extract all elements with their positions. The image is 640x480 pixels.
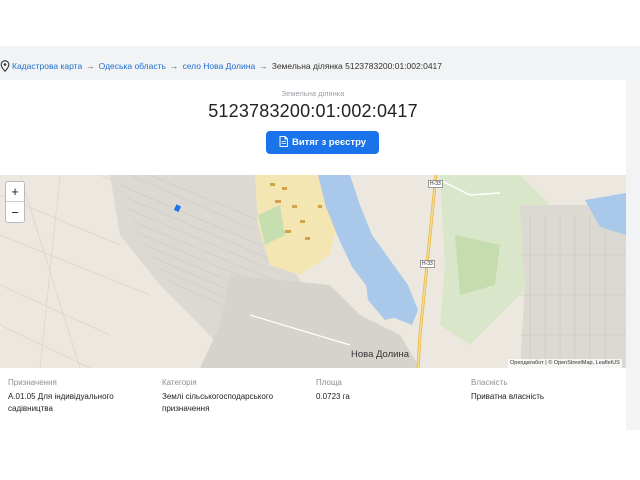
parcel-details: Призначення A.01.05 Для індивідуального … <box>0 368 626 430</box>
parcel-header-card: Земельна ділянка 5123783200:01:002:0417 … <box>0 80 626 175</box>
detail-category: Категорія Землі сільськогосподарського п… <box>162 378 302 415</box>
parcel-label: Земельна ділянка <box>281 89 345 98</box>
registry-extract-button[interactable]: Витяг з реєстру <box>266 131 379 154</box>
breadcrumb-separator: → <box>169 61 179 71</box>
map-tiles <box>0 175 626 368</box>
detail-ownership: Власність Приватна власність <box>471 378 621 403</box>
breadcrumb-link-region[interactable]: Одеська область <box>99 61 166 71</box>
zoom-in-button[interactable]: + <box>6 182 24 202</box>
road-label: Н-33 <box>428 180 443 188</box>
map-attribution[interactable]: Openдатабот | © OpenStreetMap, LeafletUS <box>508 359 622 368</box>
road-label: Н-33 <box>420 260 435 268</box>
page-title: 5123783200:01:002:0417 <box>208 101 418 121</box>
map-place-label: Нова Долина <box>351 349 410 360</box>
breadcrumb-current: Земельна ділянка 5123783200:01:002:0417 <box>271 61 443 71</box>
zoom-out-button[interactable]: − <box>6 202 24 222</box>
detail-area: Площа 0.0723 га <box>316 378 456 403</box>
breadcrumb-separator: → <box>86 61 95 71</box>
document-icon <box>279 135 288 150</box>
detail-value: 0.0723 га <box>316 392 350 401</box>
detail-value: A.01.05 Для індивідуального садівництва <box>8 392 114 413</box>
detail-purpose: Призначення A.01.05 Для індивідуального … <box>8 378 158 415</box>
detail-label: Призначення <box>8 378 57 387</box>
detail-label: Площа <box>316 378 342 387</box>
zoom-control: + − <box>5 181 25 223</box>
detail-label: Категорія <box>162 378 197 387</box>
detail-value: Землі сільськогосподарського призначення <box>162 392 274 413</box>
breadcrumb-link-cadastral-map[interactable]: Кадастрова карта <box>12 61 82 71</box>
detail-label: Власність <box>471 378 508 387</box>
detail-value: Приватна власність <box>471 392 545 401</box>
cadastral-map[interactable] <box>0 175 626 368</box>
breadcrumb: Кадастрова карта → Одеська область → сел… <box>0 58 442 74</box>
registry-extract-label: Витяг з реєстру <box>291 137 367 148</box>
map-pin-icon <box>0 60 10 72</box>
breadcrumb-link-village[interactable]: село Нова Долина <box>182 61 255 71</box>
breadcrumb-separator: → <box>259 61 268 71</box>
